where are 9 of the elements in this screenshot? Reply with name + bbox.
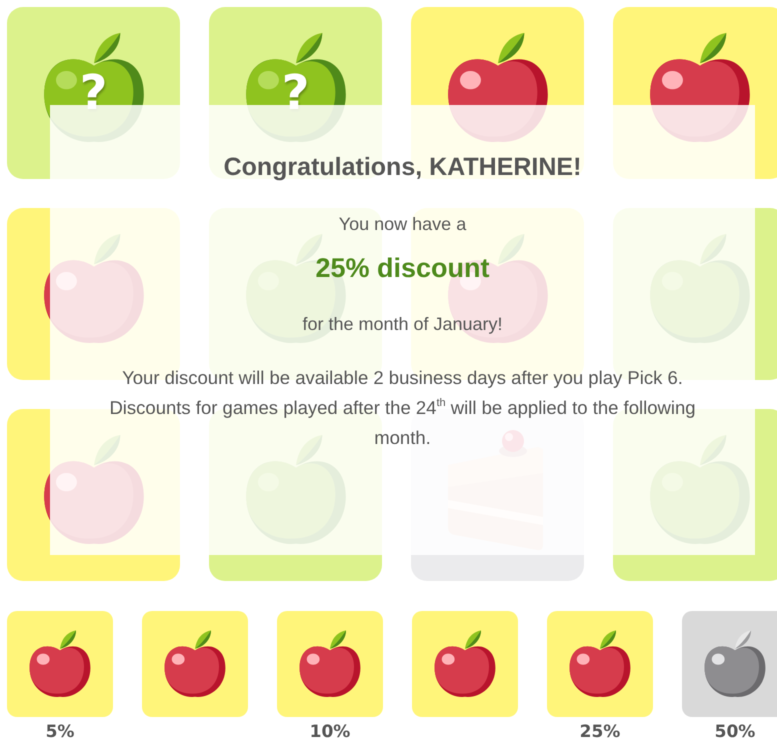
note-text: Discounts for games played after the 24$^{th}$ will be applied to the following month. (108, 396, 697, 450)
note-text: Your discount will be available 2 business days after you play Pick 6. (121, 366, 684, 390)
intro-text: You now have a (338, 214, 466, 235)
prize-label: 10% (310, 721, 350, 743)
prize-label: 5% (46, 721, 74, 743)
period-text: for the month of January! (302, 314, 503, 335)
discount-text: 25% discount (315, 253, 490, 284)
prize-label: 25% (580, 721, 620, 743)
prize-label: 50% (714, 721, 756, 743)
